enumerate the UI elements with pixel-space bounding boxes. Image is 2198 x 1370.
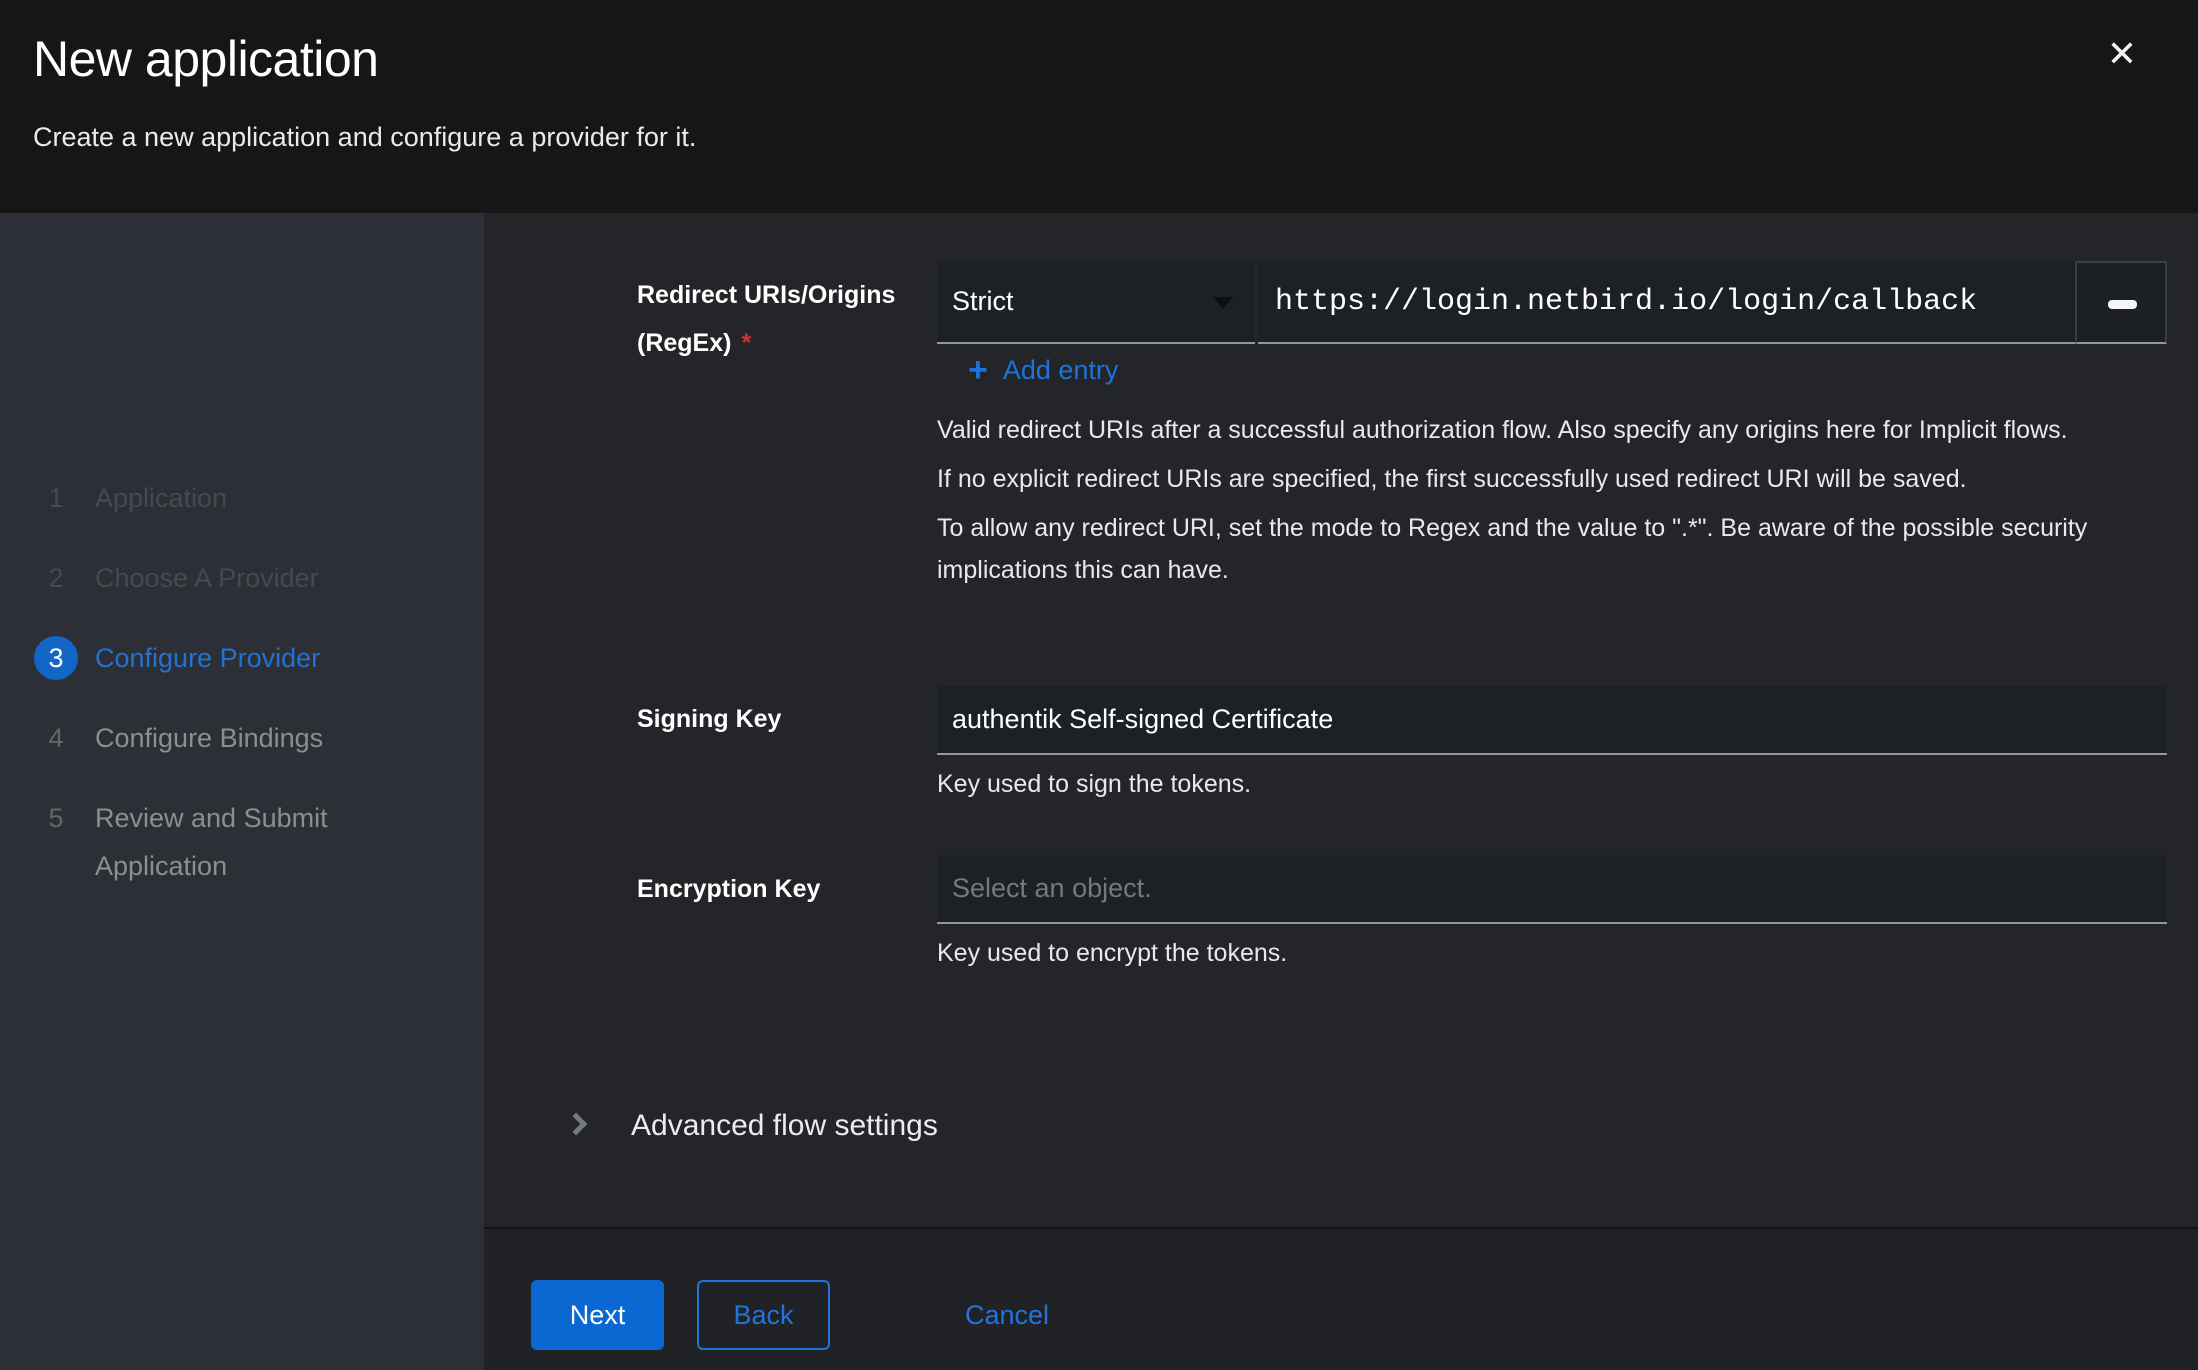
wizard-step-review-submit[interactable]: 5 Review and Submit Application (0, 794, 484, 890)
step-number-current-badge: 3 (34, 636, 78, 680)
redirect-help-3: To allow any redirect URI, set the mode … (937, 507, 2132, 591)
close-icon[interactable]: ✕ (2095, 28, 2149, 82)
redirect-uris-label-line1: Redirect URIs/Origins (637, 281, 895, 309)
step-label: Choose A Provider (95, 554, 319, 602)
step-label: Application (95, 474, 227, 522)
configure-provider-form: Redirect URIs/Origins (RegEx) * Strict + … (484, 213, 2198, 1370)
wizard-step-configure-bindings[interactable]: 4 Configure Bindings (0, 714, 484, 762)
step-number: 5 (34, 794, 78, 842)
redirect-uri-input[interactable] (1258, 261, 2075, 344)
wizard-step-configure-provider[interactable]: 3 Configure Provider (0, 634, 484, 682)
wizard-footer: Next Back Cancel (484, 1227, 2198, 1370)
encryption-key-select[interactable] (937, 855, 2167, 924)
page-title: New application (33, 30, 378, 88)
step-number: 4 (34, 714, 78, 762)
caret-down-icon (1213, 297, 1233, 309)
cancel-button[interactable]: Cancel (932, 1280, 1082, 1350)
step-number: 2 (34, 554, 78, 602)
step-label: Configure Provider (95, 634, 320, 682)
redirect-help-text: Valid redirect URIs after a successful a… (937, 409, 2132, 598)
required-asterisk: * (741, 329, 751, 357)
encryption-key-label: Encryption Key (637, 865, 820, 913)
redirect-uris-label-line2: (RegEx) (637, 329, 731, 357)
remove-entry-button[interactable] (2075, 261, 2167, 344)
wizard-step-application[interactable]: 1 Application (0, 474, 484, 522)
redirect-mode-select[interactable]: Strict (937, 261, 1255, 344)
signing-key-select[interactable] (937, 686, 2167, 755)
redirect-mode-value: Strict (952, 286, 1014, 317)
add-entry-button[interactable]: + Add entry (968, 348, 1118, 392)
redirect-help-2: If no explicit redirect URIs are specifi… (937, 458, 2132, 500)
redirect-help-1: Valid redirect URIs after a successful a… (937, 409, 2132, 451)
advanced-flow-settings-toggle[interactable]: Advanced flow settings (568, 1101, 938, 1151)
back-button[interactable]: Back (697, 1280, 830, 1350)
step-label: Configure Bindings (95, 714, 323, 762)
plus-icon: + (968, 350, 988, 390)
add-entry-label: Add entry (1003, 355, 1119, 386)
redirect-uris-label: Redirect URIs/Origins (RegEx) * (637, 271, 895, 367)
wizard-step-nav: 1 Application 2 Choose A Provider 3 Conf… (0, 213, 484, 1370)
signing-key-label: Signing Key (637, 695, 781, 743)
encryption-key-help: Key used to encrypt the tokens. (937, 932, 1287, 974)
step-label: Review and Submit Application (95, 794, 395, 890)
next-button[interactable]: Next (531, 1280, 664, 1350)
modal-header: New application Create a new application… (0, 0, 2198, 213)
page-subtitle: Create a new application and configure a… (33, 122, 696, 153)
signing-key-help: Key used to sign the tokens. (937, 763, 1251, 805)
chevron-right-icon (565, 1113, 588, 1136)
advanced-flow-settings-label: Advanced flow settings (631, 1109, 938, 1143)
wizard-step-choose-provider[interactable]: 2 Choose A Provider (0, 554, 484, 602)
step-number: 1 (34, 474, 78, 522)
minus-icon (2108, 300, 2137, 309)
